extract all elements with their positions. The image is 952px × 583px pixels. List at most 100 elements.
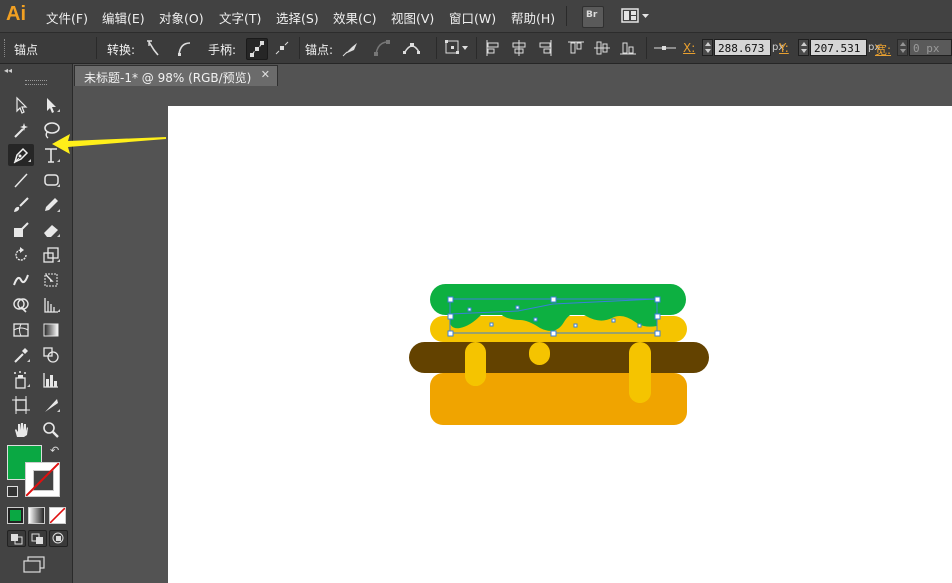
menu-type[interactable]: 文字(T) bbox=[219, 8, 261, 27]
cheese-drip-front[interactable] bbox=[465, 342, 486, 386]
convert-corner-icon bbox=[147, 40, 159, 56]
y-stepper[interactable] bbox=[798, 39, 809, 56]
width-label: 宽: bbox=[875, 43, 892, 57]
menu-window[interactable]: 窗口(W) bbox=[449, 8, 496, 27]
default-fill-stroke-icon[interactable] bbox=[7, 486, 18, 497]
collapse-toolbox-icon[interactable]: ◂◂ bbox=[4, 66, 12, 75]
direct-selection-tool-icon bbox=[47, 98, 60, 113]
menu-select[interactable]: 选择(S) bbox=[276, 8, 319, 27]
swap-fill-stroke-icon[interactable]: ↶ bbox=[50, 444, 59, 457]
align-horizontal-center-icon bbox=[512, 40, 526, 56]
eyedropper-tool[interactable] bbox=[8, 344, 34, 366]
divider bbox=[96, 37, 97, 59]
divider bbox=[299, 37, 300, 59]
rotate-tool[interactable] bbox=[8, 244, 34, 266]
zoom-tool-icon bbox=[43, 422, 59, 438]
pencil-tool[interactable] bbox=[38, 194, 64, 216]
control-bar-grip[interactable] bbox=[4, 39, 8, 57]
selection-tool[interactable] bbox=[8, 94, 34, 116]
hide-handles-button[interactable] bbox=[272, 38, 292, 58]
arrange-documents-button[interactable] bbox=[621, 7, 651, 25]
menu-view[interactable]: 视图(V) bbox=[391, 8, 434, 27]
align-vcenter-button[interactable] bbox=[592, 38, 612, 58]
artboard[interactable] bbox=[168, 106, 952, 583]
x-field[interactable]: 288.673 bbox=[714, 39, 771, 56]
blob-brush-tool[interactable] bbox=[8, 219, 34, 241]
scale-tool[interactable] bbox=[38, 244, 64, 266]
blend-tool[interactable] bbox=[38, 344, 64, 366]
handles-label: 手柄: bbox=[208, 43, 237, 57]
warp-tool[interactable] bbox=[8, 269, 34, 291]
menu-file[interactable]: 文件(F) bbox=[46, 8, 88, 27]
shape-builder-tool[interactable] bbox=[8, 294, 34, 316]
symbol-sprayer-tool[interactable] bbox=[8, 369, 34, 391]
zoom-tool[interactable] bbox=[38, 419, 64, 441]
artwork[interactable] bbox=[168, 106, 952, 583]
patty[interactable] bbox=[409, 342, 709, 373]
cut-path-button[interactable] bbox=[402, 38, 422, 58]
align-bottom-icon bbox=[620, 42, 636, 55]
cheese-drip-front[interactable] bbox=[529, 342, 550, 365]
draw-normal-icon bbox=[11, 534, 23, 545]
menu-bar: Ai 文件(F) 编辑(E) 对象(O) 文字(T) 选择(S) 效果(C) 视… bbox=[0, 0, 952, 33]
width-field[interactable]: 0 px bbox=[909, 39, 952, 56]
y-field[interactable]: 207.531 bbox=[810, 39, 867, 56]
menu-object[interactable]: 对象(O) bbox=[159, 8, 204, 27]
blob-brush-tool-icon bbox=[14, 222, 29, 237]
mesh-tool-icon bbox=[13, 323, 29, 337]
convert-to-corner-button[interactable] bbox=[144, 38, 164, 58]
bridge-button[interactable]: Br bbox=[582, 6, 604, 28]
stroke-color-swatch[interactable] bbox=[25, 462, 60, 497]
divider bbox=[476, 37, 477, 59]
reference-point-button[interactable] bbox=[443, 38, 471, 58]
pen-tool[interactable] bbox=[8, 144, 34, 166]
eraser-tool-icon bbox=[44, 225, 60, 237]
menu-effect[interactable]: 效果(C) bbox=[333, 8, 376, 27]
direct-selection-tool[interactable] bbox=[38, 94, 64, 116]
rectangle-tool[interactable] bbox=[38, 169, 64, 191]
show-handles-button[interactable] bbox=[246, 38, 268, 60]
anchor-point-label: 锚点 bbox=[14, 43, 39, 57]
mesh-tool[interactable] bbox=[8, 319, 34, 341]
convert-to-smooth-button[interactable] bbox=[174, 38, 194, 58]
slice-tool[interactable] bbox=[38, 394, 64, 416]
draw-normal-button[interactable] bbox=[7, 530, 26, 547]
hand-tool[interactable] bbox=[8, 419, 34, 441]
column-graph-tool[interactable] bbox=[38, 369, 64, 391]
align-left-button[interactable] bbox=[483, 38, 503, 58]
free-transform-tool[interactable] bbox=[38, 269, 64, 291]
gradient-tool[interactable] bbox=[38, 319, 64, 341]
align-right-button[interactable] bbox=[535, 38, 555, 58]
eyedropper-tool-icon bbox=[14, 348, 30, 363]
toolbox-grip[interactable] bbox=[25, 80, 47, 85]
remove-anchor-button[interactable] bbox=[341, 38, 361, 58]
eraser-tool[interactable] bbox=[38, 219, 64, 241]
draw-behind-button[interactable] bbox=[28, 530, 47, 547]
x-stepper[interactable] bbox=[702, 39, 713, 56]
width-stepper[interactable] bbox=[897, 39, 908, 56]
document-tab[interactable]: 未标题-1* @ 98% (RGB/预览) ✕ bbox=[74, 65, 278, 86]
perspective-grid-tool[interactable] bbox=[38, 294, 64, 316]
none-mode-button[interactable] bbox=[49, 507, 66, 524]
menu-edit[interactable]: 编辑(E) bbox=[102, 8, 145, 27]
convert-label: 转换: bbox=[107, 43, 136, 57]
close-tab-icon[interactable]: ✕ bbox=[261, 68, 270, 81]
transform-options-button[interactable] bbox=[652, 38, 678, 58]
menu-help[interactable]: 帮助(H) bbox=[511, 8, 555, 27]
app-logo: Ai bbox=[6, 3, 26, 25]
color-mode-button[interactable] bbox=[7, 507, 24, 524]
artboard-tool[interactable] bbox=[8, 394, 34, 416]
align-top-button[interactable] bbox=[566, 38, 586, 58]
connect-endpoints-button[interactable] bbox=[372, 38, 392, 58]
gradient-mode-button[interactable] bbox=[28, 507, 45, 524]
align-bottom-button[interactable] bbox=[618, 38, 638, 58]
align-vertical-center-icon bbox=[594, 41, 610, 55]
screen-mode-button[interactable] bbox=[22, 555, 48, 573]
magic-wand-tool[interactable] bbox=[8, 119, 34, 141]
cheese-drip-front[interactable] bbox=[629, 342, 651, 403]
remove-anchor-icon bbox=[342, 43, 357, 57]
paintbrush-tool[interactable] bbox=[8, 194, 34, 216]
line-segment-tool[interactable] bbox=[8, 169, 34, 191]
align-hcenter-button[interactable] bbox=[509, 38, 529, 58]
draw-inside-button[interactable] bbox=[49, 530, 68, 547]
